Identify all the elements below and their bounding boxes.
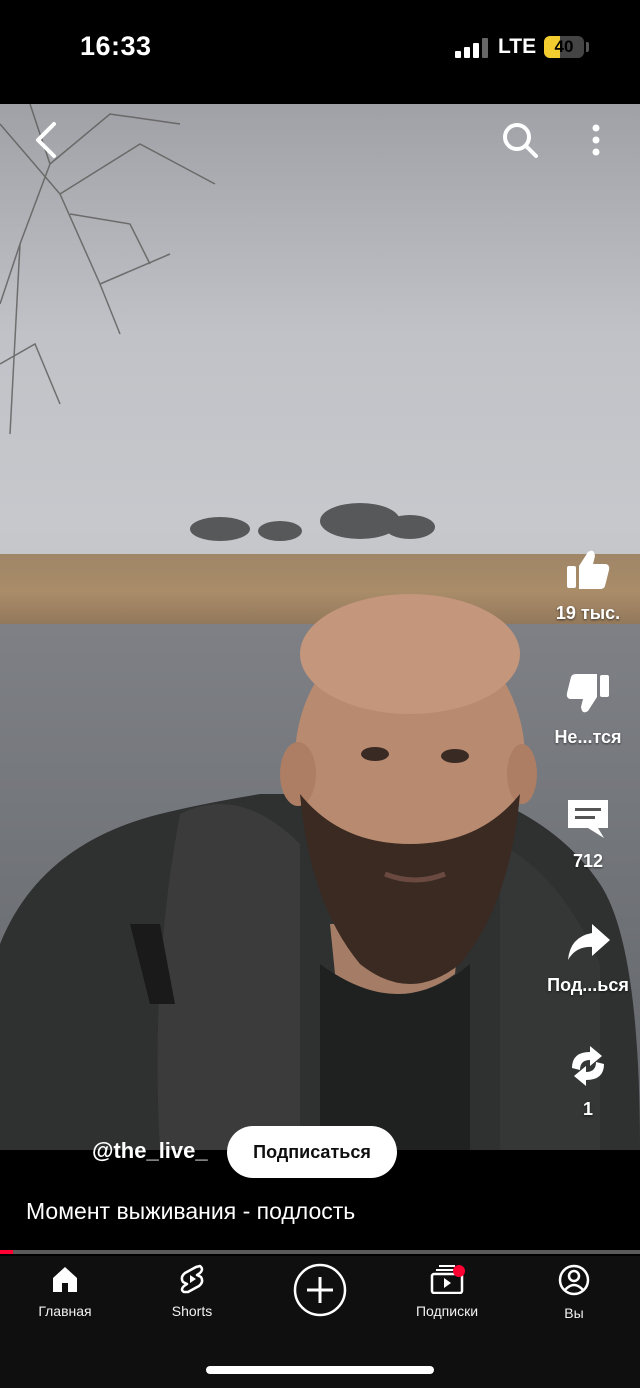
cellular-signal-icon [455,38,489,58]
notification-dot [453,1265,465,1277]
nav-shorts-label: Shorts [171,1303,213,1319]
nav-home-label: Главная [38,1303,92,1319]
back-chevron-left-icon[interactable] [30,120,60,160]
status-time: 16:33 [80,31,152,61]
video-player[interactable]: 19 тыс. Не...тся 712 Под...ься 1 [0,104,640,1150]
nav-you-label: Вы [564,1305,584,1321]
subscribe-button[interactable]: Подписаться [227,1126,397,1178]
dislike-label: Не...тся [554,727,622,747]
comment-count: 712 [572,851,604,871]
like-count: 19 тыс. [555,603,621,623]
search-icon[interactable] [500,120,540,160]
thumbs-down-icon [566,674,609,713]
like-button[interactable]: 19 тыс. [533,548,640,624]
home-indicator [206,1366,434,1374]
battery-icon: 40 [544,36,584,58]
comment-icon [568,800,608,838]
dislike-button[interactable]: Не...тся [533,672,640,748]
network-type: LTE [498,35,537,58]
share-icon [568,924,610,960]
shorts-icon [180,1264,204,1294]
comments-button[interactable]: 712 [533,796,640,872]
progress-played [0,1250,13,1254]
account-icon [558,1264,590,1296]
distant-trees-image [190,503,435,541]
remix-icon [572,1046,604,1086]
video-title[interactable]: Момент выживания - подлость [26,1198,355,1225]
remix-button[interactable]: 1 [533,1044,640,1120]
more-vertical-icon[interactable] [586,122,606,158]
subscriptions-icon [430,1265,465,1295]
channel-name[interactable]: @the_live_ [92,1138,208,1164]
nav-you[interactable]: Вы [519,1264,629,1321]
create-plus-icon [293,1263,347,1317]
nav-home[interactable]: Главная [10,1264,120,1319]
thumbs-up-icon [567,550,610,589]
battery-level: 40 [554,37,574,56]
video-progress-bar[interactable] [0,1250,640,1254]
nav-subscriptions-label: Подписки [415,1303,479,1319]
share-label: Под...ься [547,975,629,995]
nav-subscriptions[interactable]: Подписки [392,1264,502,1319]
remix-count: 1 [582,1099,593,1119]
status-bar: 16:33 LTE 40 [0,0,640,104]
nav-shorts[interactable]: Shorts [137,1264,247,1319]
nav-create[interactable] [265,1262,375,1323]
share-button[interactable]: Под...ься [533,920,640,996]
home-icon [53,1267,77,1292]
